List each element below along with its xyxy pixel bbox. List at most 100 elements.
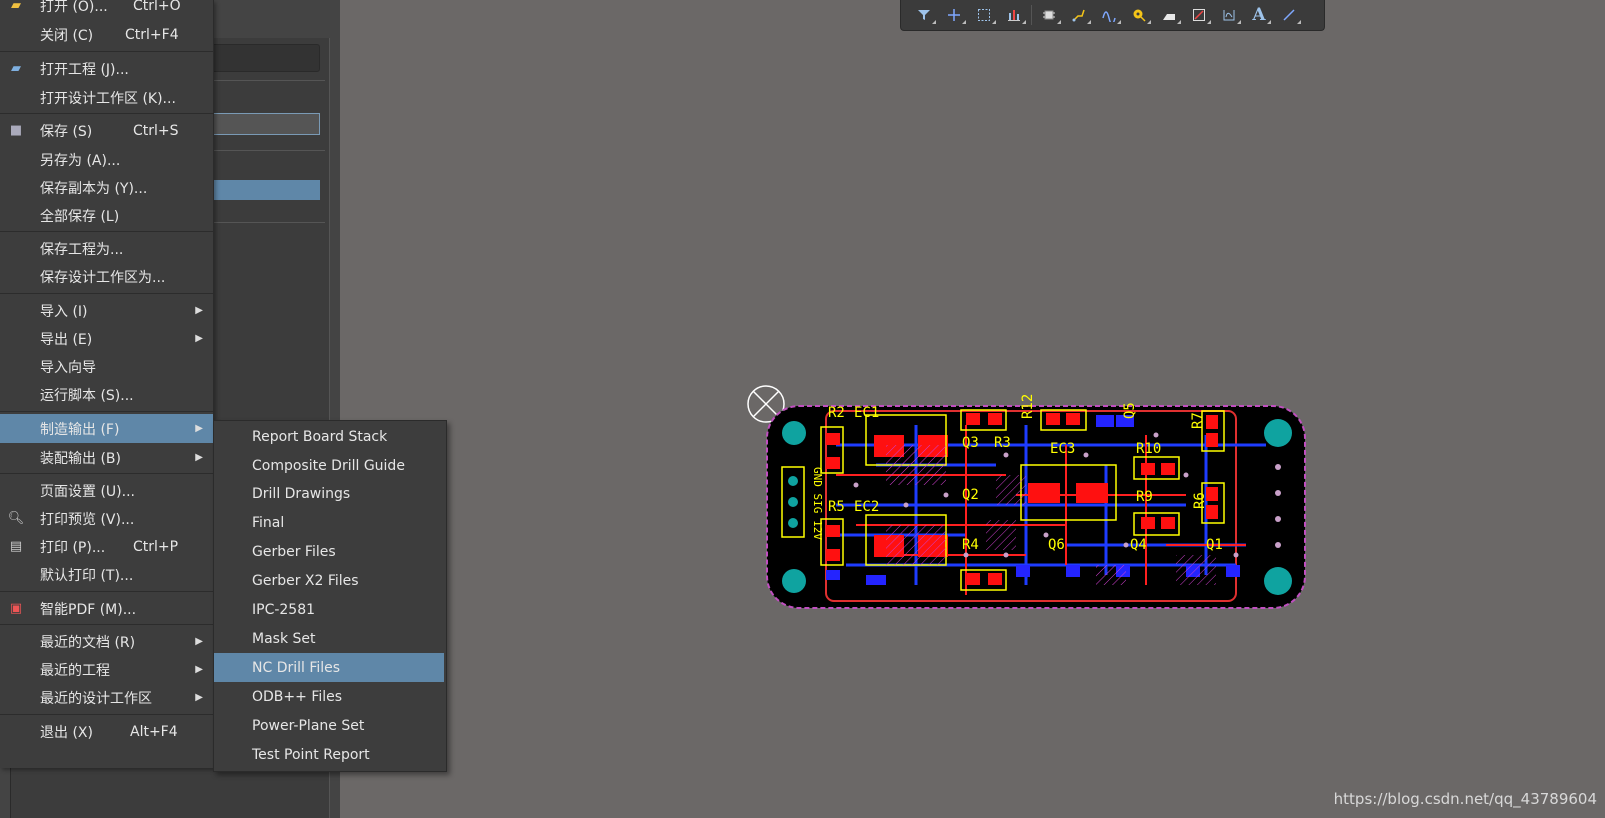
submenu-item-power-plane-set[interactable]: Power-Plane Set: [214, 711, 444, 740]
menu-item-recent-documents[interactable]: 最近的文档 (R) ▶: [0, 627, 213, 656]
menu-item-export[interactable]: 导出 (E) ▶: [0, 324, 213, 353]
submenu-arrow-icon: ▶: [195, 664, 203, 675]
cross-icon[interactable]: [939, 3, 969, 27]
menu-item-open[interactable]: ▰ 打开 (O)... Ctrl+O: [0, 0, 213, 20]
submenu-arrow-icon: ▶: [195, 423, 203, 434]
bar-chart-icon[interactable]: [999, 3, 1029, 27]
submenu-item-mask-set[interactable]: Mask Set: [214, 624, 444, 653]
submenu-item-nc-drill-files[interactable]: NC Drill Files: [214, 653, 444, 682]
menu-separator: [0, 411, 213, 412]
pcb-silkscreen-labels: R2 EC1 Q3 R3 R12 Q5 R7 EC3 R10 R9 R6 R5 …: [766, 394, 1306, 609]
menu-item-save[interactable]: ■ 保存 (S) Ctrl+S: [0, 116, 213, 145]
menu-item-smart-pdf[interactable]: ▣ 智能PDF (M)...: [0, 594, 213, 623]
menu-item-print[interactable]: ▤ 打印 (P)... Ctrl+P: [0, 532, 213, 561]
connector-label: 12V: [811, 520, 824, 540]
menu-item-open-project[interactable]: ▰ 打开工程 (J)...: [0, 54, 213, 83]
menu-item-shortcut: Ctrl+P: [133, 538, 179, 555]
menu-item-fabrication-outputs[interactable]: 制造输出 (F) ▶: [0, 414, 213, 443]
line-icon[interactable]: [1274, 3, 1304, 27]
designator-label: R3: [994, 435, 1011, 451]
submenu-item-odb-files[interactable]: ODB++ Files: [214, 682, 444, 711]
submenu-arrow-icon: ▶: [195, 333, 203, 344]
rectangle-icon[interactable]: [1184, 3, 1214, 27]
menu-item-default-print[interactable]: 默认打印 (T)...: [0, 560, 213, 589]
menu-item-label: 另存为 (A)...: [40, 152, 121, 169]
component-icon[interactable]: [1034, 3, 1064, 27]
menu-item-save-all[interactable]: 全部保存 (L): [0, 201, 213, 230]
menu-item-page-setup[interactable]: 页面设置 (U)...: [0, 476, 213, 505]
menu-separator: [0, 293, 213, 294]
connector-label: GND: [811, 467, 824, 487]
menu-item-shortcut: Ctrl+S: [133, 122, 179, 139]
submenu-item-label: Test Point Report: [252, 746, 370, 763]
menu-item-print-preview[interactable]: 🔍︎ 打印预览 (V)...: [0, 504, 213, 533]
menu-item-import[interactable]: 导入 (I) ▶: [0, 296, 213, 325]
menu-item-save-as[interactable]: 另存为 (A)...: [0, 145, 213, 174]
interactive-route-icon[interactable]: [1094, 3, 1124, 27]
menu-item-recent-projects[interactable]: 最近的工程 ▶: [0, 655, 213, 684]
submenu-item-drill-drawings[interactable]: Drill Drawings: [214, 479, 444, 508]
menu-item-label: 最近的工程: [40, 662, 110, 679]
menu-item-open-workspace[interactable]: 打开设计工作区 (K)...: [0, 83, 213, 112]
menu-item-label: 页面设置 (U)...: [40, 483, 135, 500]
connector-label: SIG: [811, 493, 824, 514]
dimension-icon[interactable]: [1214, 3, 1244, 27]
submenu-item-label: Gerber X2 Files: [252, 572, 359, 589]
route-icon[interactable]: [1064, 3, 1094, 27]
panel-selected-item[interactable]: [200, 180, 320, 200]
menu-item-label: 导入 (I): [40, 303, 88, 320]
menu-item-import-wizard[interactable]: 导入向导: [0, 352, 213, 381]
designator-label: EC3: [1050, 441, 1076, 457]
submenu-item-composite-drill-guide[interactable]: Composite Drill Guide: [214, 451, 444, 480]
menu-item-save-copy-as[interactable]: 保存副本为 (Y)...: [0, 173, 213, 202]
menu-item-save-workspace-as[interactable]: 保存设计工作区为...: [0, 262, 213, 291]
menu-item-label: 导入向导: [40, 359, 96, 376]
submenu-item-final[interactable]: Final: [214, 508, 444, 537]
menu-item-exit[interactable]: 退出 (X) Alt+F4: [0, 717, 213, 746]
submenu-item-gerber-x2-files[interactable]: Gerber X2 Files: [214, 566, 444, 595]
fill-icon[interactable]: [1154, 3, 1184, 27]
text-icon[interactable]: A: [1244, 3, 1274, 27]
menu-item-recent-workspaces[interactable]: 最近的设计工作区 ▶: [0, 683, 213, 712]
menu-item-close[interactable]: 关闭 (C) Ctrl+F4: [0, 20, 213, 49]
submenu-arrow-icon: ▶: [195, 305, 203, 316]
submenu-item-ipc-2581[interactable]: IPC-2581: [214, 595, 444, 624]
designator-label: R12: [1020, 393, 1036, 419]
panel-search-field[interactable]: [200, 44, 320, 72]
divider: [200, 222, 325, 223]
menu-item-run-script[interactable]: 运行脚本 (S)...: [0, 380, 213, 409]
menu-item-shortcut: Ctrl+F4: [125, 26, 179, 43]
via-icon[interactable]: [1124, 3, 1154, 27]
menu-item-label: 打开设计工作区 (K)...: [40, 90, 176, 107]
print-preview-icon: 🔍︎: [7, 511, 25, 526]
select-rect-icon[interactable]: [969, 3, 999, 27]
divider: [200, 80, 325, 81]
submenu-item-label: Final: [252, 514, 285, 531]
menu-item-label: 退出 (X): [40, 724, 93, 741]
submenu-item-report-board-stack[interactable]: Report Board Stack: [214, 422, 444, 451]
submenu-item-gerber-files[interactable]: Gerber Files: [214, 537, 444, 566]
menu-separator: [0, 624, 213, 625]
designator-label: EC2: [854, 499, 880, 515]
menu-item-assembly-outputs[interactable]: 装配输出 (B) ▶: [0, 443, 213, 472]
toolbar-separator: [1031, 5, 1032, 25]
designator-label: R9: [1136, 489, 1153, 505]
panel-input-field[interactable]: [200, 113, 320, 135]
menu-item-save-project-as[interactable]: 保存工程为...: [0, 234, 213, 263]
print-icon: ▤: [9, 539, 23, 554]
designator-label: Q5: [1122, 402, 1138, 419]
menu-item-label: 最近的文档 (R): [40, 634, 136, 651]
designator-label: R6: [1192, 492, 1208, 509]
menu-item-label: 导出 (E): [40, 331, 93, 348]
filter-icon[interactable]: [909, 3, 939, 27]
menu-item-label: 装配输出 (B): [40, 450, 121, 467]
submenu-arrow-icon: ▶: [195, 452, 203, 463]
menu-item-label: 保存副本为 (Y)...: [40, 180, 148, 197]
designator-label: R10: [1136, 441, 1162, 457]
submenu-item-label: NC Drill Files: [252, 659, 341, 676]
menu-item-label: 保存工程为...: [40, 241, 124, 258]
divider: [200, 150, 325, 151]
active-bar-toolbar: A: [900, 0, 1325, 31]
submenu-item-test-point-report[interactable]: Test Point Report: [214, 740, 444, 769]
save-icon: ■: [9, 123, 23, 138]
